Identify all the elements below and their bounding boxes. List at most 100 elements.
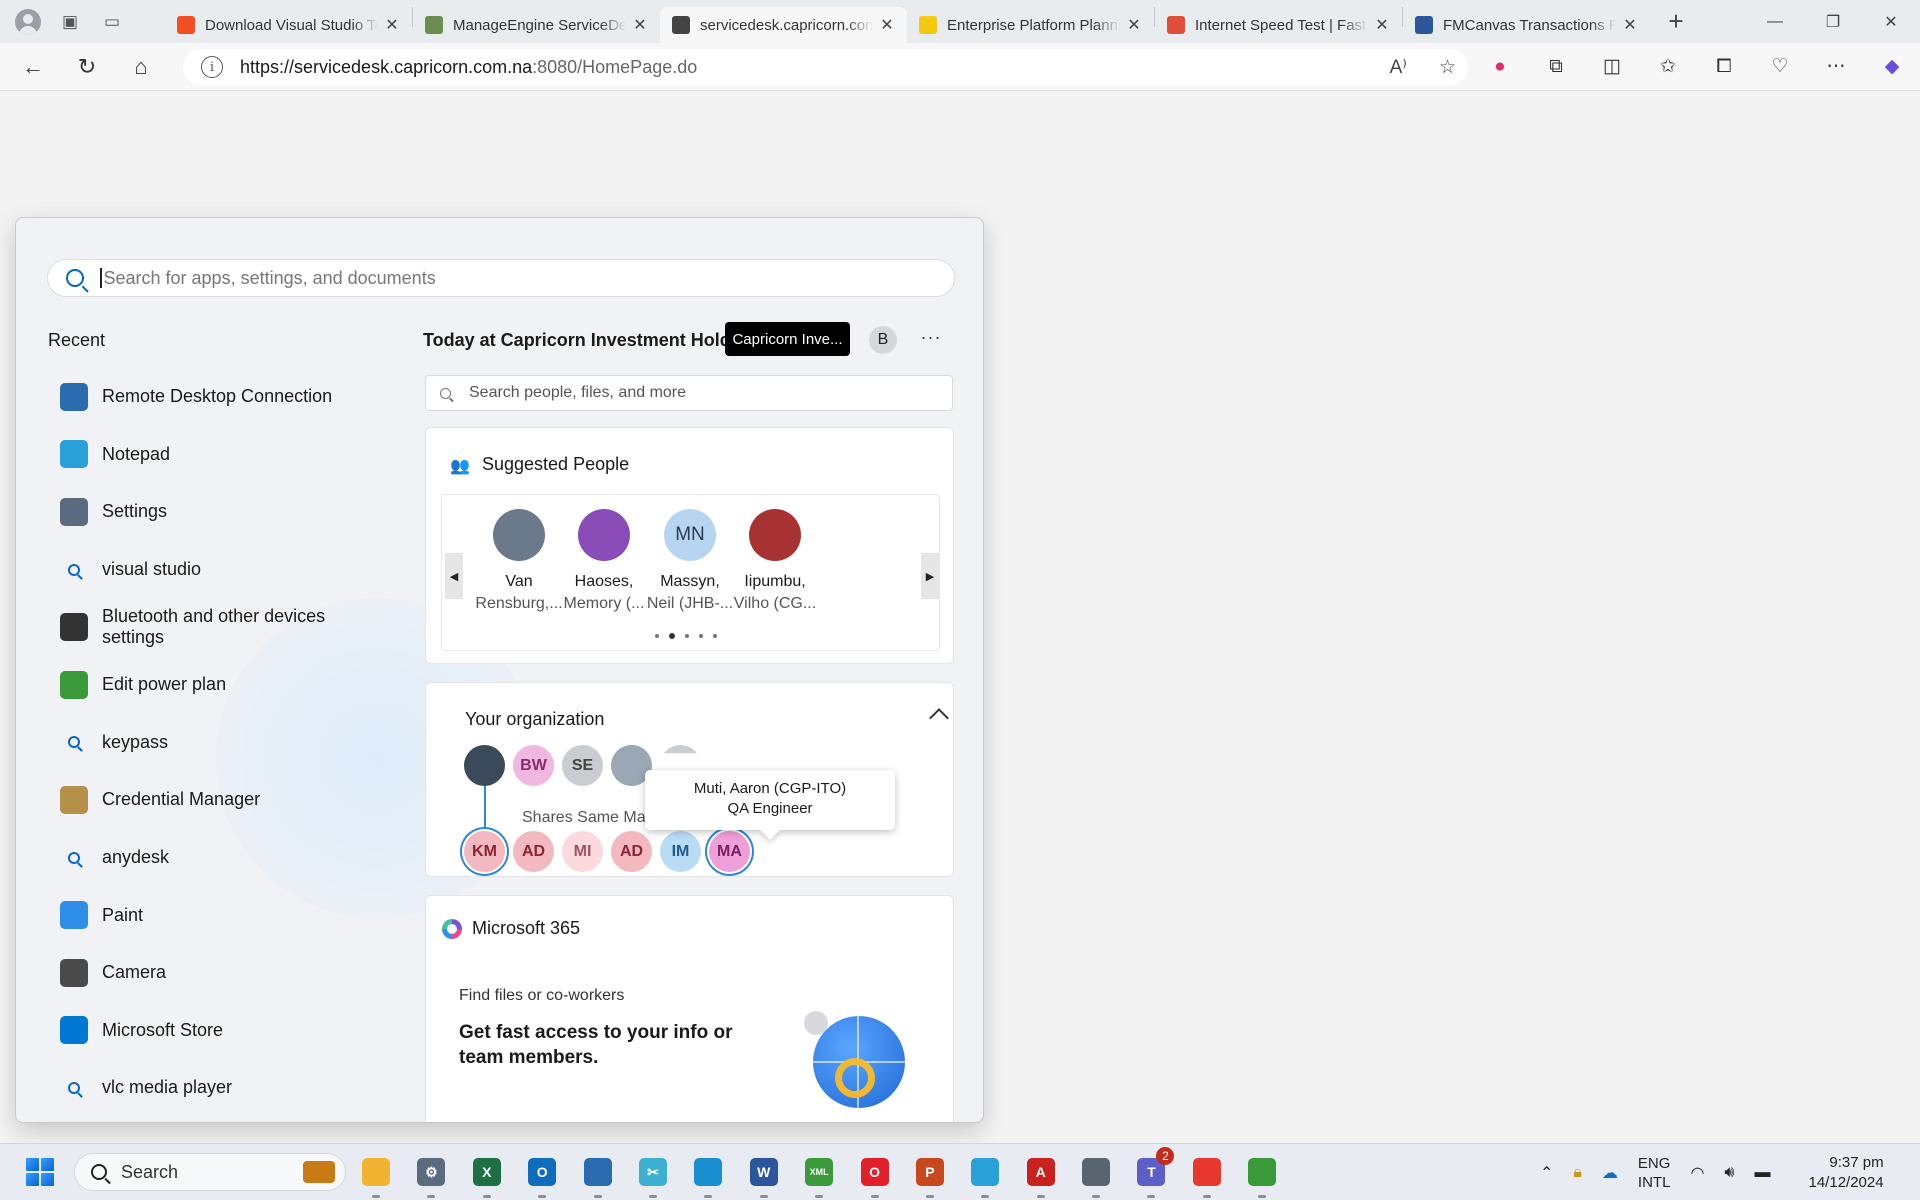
recent-item[interactable]: Settings — [60, 483, 390, 541]
profile-button[interactable] — [14, 8, 42, 36]
recent-item[interactable]: keypass — [60, 714, 390, 772]
extension-pink-icon[interactable]: ● — [1485, 52, 1515, 82]
recent-item[interactable]: Notepad — [60, 426, 390, 484]
restore-button[interactable]: ❐ — [1804, 0, 1862, 43]
windows-start-button[interactable] — [26, 1158, 54, 1186]
read-aloud-icon[interactable]: A⁾ — [1390, 56, 1407, 79]
carousel-prev-button[interactable]: ◀ — [445, 553, 463, 599]
taskbar-app-excel[interactable]: X — [468, 1153, 506, 1198]
tab-close-icon[interactable]: ✕ — [1374, 15, 1390, 35]
org-colleague-avatar[interactable]: KM — [464, 831, 505, 872]
more-options-icon[interactable]: ··· — [916, 322, 946, 352]
close-window-button[interactable]: ✕ — [1862, 0, 1920, 43]
taskbar-app-notepad[interactable] — [966, 1153, 1004, 1198]
taskbar-app-edge[interactable] — [689, 1153, 727, 1198]
taskbar-app-calculator[interactable] — [1077, 1153, 1115, 1198]
battery-icon[interactable]: ▬ — [1755, 1164, 1771, 1182]
suggested-person[interactable]: Haoses, Memory (... — [554, 509, 654, 615]
org-avatar[interactable]: SE — [562, 745, 603, 786]
taskbar-app-powerpoint[interactable]: P — [911, 1153, 949, 1198]
minimize-button[interactable]: — — [1746, 0, 1804, 43]
favorite-star-icon[interactable]: ☆ — [1439, 56, 1456, 79]
volume-icon[interactable]: 🔊︎ — [1724, 1164, 1734, 1182]
recent-item-label: Settings — [102, 501, 168, 522]
split-screen-icon[interactable]: ◫ — [1597, 52, 1627, 82]
tab-close-icon[interactable]: ✕ — [1126, 15, 1142, 35]
clock[interactable]: 9:37 pm 14/12/2024 — [1809, 1153, 1884, 1193]
recent-item[interactable]: vlc media player — [60, 1059, 390, 1117]
favorites-icon[interactable]: ✩ — [1653, 52, 1683, 82]
taskbar-app-outlook[interactable]: O — [523, 1153, 561, 1198]
browser-tab[interactable]: servicedesk.capricorn.com.na ✕ — [660, 7, 907, 43]
tab-close-icon[interactable]: ✕ — [879, 15, 895, 35]
workspaces-icon[interactable]: ▣ — [56, 8, 84, 36]
taskbar-app-word[interactable]: W — [745, 1153, 783, 1198]
new-tab-button[interactable]: + — [1658, 4, 1694, 40]
taskbar-app-xml-notepad[interactable]: XML — [800, 1153, 838, 1198]
taskbar-app-anydesk[interactable] — [1188, 1153, 1226, 1198]
show-hidden-icons-chevron[interactable]: ⌃ — [1540, 1163, 1553, 1183]
home-button[interactable]: ⌂ — [120, 50, 162, 84]
browser-tab[interactable]: Download Visual Studio Tools ✕ — [165, 7, 412, 43]
wifi-icon[interactable]: ◠ — [1690, 1163, 1704, 1183]
tab-actions-icon[interactable]: ▭ — [98, 8, 126, 36]
taskbar-search-box[interactable]: Search — [74, 1153, 346, 1191]
start-search-box[interactable]: Search for apps, settings, and documents — [47, 259, 955, 297]
browser-tab[interactable]: ManageEngine ServiceDesk ✕ — [413, 7, 660, 43]
tab-close-icon[interactable]: ✕ — [384, 15, 400, 35]
input-language-indicator[interactable]: ENG INTL — [1638, 1154, 1671, 1192]
org-colleague-avatar[interactable]: IM — [660, 831, 701, 872]
carousel-dot[interactable] — [685, 634, 689, 638]
notepad-icon — [60, 440, 88, 469]
refresh-button[interactable]: ↻ — [66, 50, 108, 84]
lock-icon[interactable]: 🔒︎ — [1573, 1164, 1582, 1182]
profile-badge[interactable]: B — [869, 326, 897, 354]
recent-item[interactable]: visual studio — [60, 541, 390, 599]
carousel-next-button[interactable]: ▶ — [921, 553, 939, 599]
org-avatar[interactable]: BW — [513, 745, 554, 786]
tab-close-icon[interactable]: ✕ — [632, 15, 648, 35]
taskbar-app-opera[interactable]: O — [856, 1153, 894, 1198]
collections-icon[interactable]: ⧠ — [1709, 52, 1739, 82]
taskbar-app-paint[interactable] — [1243, 1153, 1281, 1198]
person-name: Haoses, — [574, 573, 634, 590]
org-avatar[interactable] — [464, 745, 505, 786]
carousel-dot[interactable] — [655, 634, 659, 638]
org-colleague-avatar[interactable]: MA — [709, 831, 750, 872]
recent-item[interactable]: anydesk — [60, 829, 390, 887]
browser-tab[interactable]: FMCanvas Transactions Report ✕ — [1403, 7, 1650, 43]
recent-item[interactable]: Microsoft Store — [60, 1002, 390, 1060]
taskbar-app-settings[interactable]: ⚙ — [412, 1153, 450, 1198]
browser-tab[interactable]: Internet Speed Test | Fast.com ✕ — [1155, 7, 1402, 43]
suggested-person[interactable]: Iipumbu, Vilho (CG... — [725, 509, 825, 615]
collapse-chevron-icon[interactable] — [929, 708, 949, 728]
org-colleague-avatar[interactable]: AD — [611, 831, 652, 872]
settings-more-icon[interactable]: ⋯ — [1821, 52, 1851, 82]
browser-essentials-icon[interactable]: ♡ — [1765, 52, 1795, 82]
recent-item[interactable]: Bluetooth and other devices settings — [60, 598, 390, 656]
recent-item[interactable]: Camera — [60, 944, 390, 1002]
extensions-icon[interactable]: ⧉ — [1541, 52, 1571, 82]
taskbar-app-file-explorer[interactable] — [357, 1153, 395, 1198]
tab-close-icon[interactable]: ✕ — [1622, 15, 1638, 35]
org-colleague-avatar[interactable]: AD — [513, 831, 554, 872]
taskbar-app-remote-desktop[interactable] — [579, 1153, 617, 1198]
taskbar-app-snipping-tool[interactable]: ✂ — [634, 1153, 672, 1198]
recent-item[interactable]: Paint — [60, 886, 390, 944]
browser-tab[interactable]: Enterprise Platform Planning ✕ — [907, 7, 1154, 43]
copilot-icon[interactable]: ◆ — [1877, 52, 1907, 82]
recent-item[interactable]: Edit power plan — [60, 656, 390, 714]
people-search-input[interactable]: Search people, files, and more — [425, 375, 953, 411]
recent-item[interactable]: Remote Desktop Connection — [60, 368, 390, 426]
recent-item[interactable]: Credential Manager — [60, 771, 390, 829]
address-bar[interactable]: i https://servicedesk.capricorn.com.na:8… — [183, 49, 1468, 85]
taskbar-app-acrobat[interactable]: A — [1022, 1153, 1060, 1198]
onedrive-cloud-icon[interactable]: ☁ — [1602, 1163, 1618, 1183]
site-info-icon[interactable]: i — [201, 56, 223, 78]
taskbar-app-teams[interactable]: T2 — [1132, 1147, 1175, 1198]
carousel-dot-active[interactable] — [669, 633, 675, 639]
back-button[interactable]: ← — [12, 50, 54, 84]
carousel-dot[interactable] — [713, 634, 717, 638]
org-colleague-avatar[interactable]: MI — [562, 831, 603, 872]
carousel-dot[interactable] — [699, 634, 703, 638]
